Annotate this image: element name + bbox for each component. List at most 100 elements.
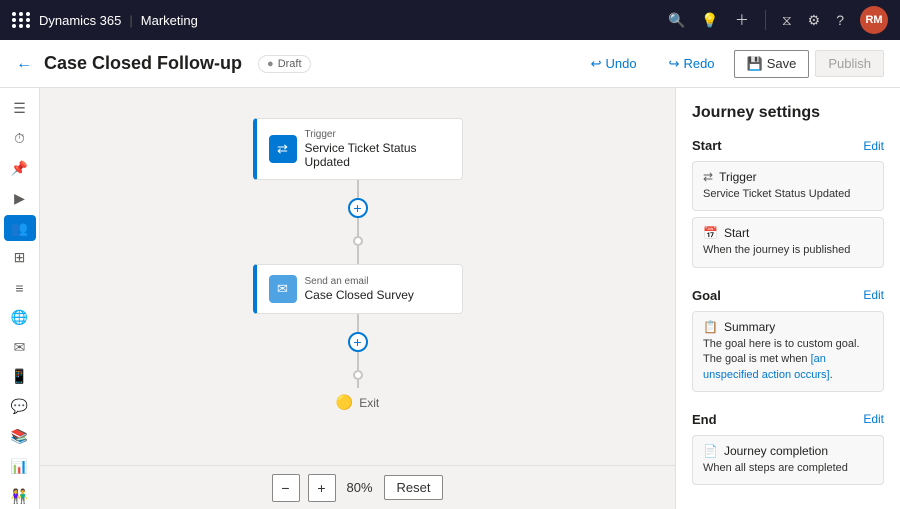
zoom-in-button[interactable]: + [308,474,336,502]
avatar[interactable]: RM [860,6,888,34]
undo-icon: ↩ [591,56,602,72]
nav-divider [765,10,766,30]
plus-icon[interactable]: ＋ [735,10,749,30]
end-section: End Edit 📄 Journey completion When all s… [692,412,884,485]
connector-line-1 [357,180,359,198]
sidebar-item-mobile[interactable]: 📱 [4,364,36,390]
goal-edit-link[interactable]: Edit [863,288,884,302]
sidebar-item-grid[interactable]: ⊞ [4,245,36,271]
journey-flow: ⇄ Trigger Service Ticket Status Updated … [253,118,463,411]
trigger-card-value: Service Ticket Status Updated [703,187,873,202]
start-section-title: Start [692,138,722,153]
trigger-node-label: Trigger [305,129,450,140]
end-card-label: Journey completion [724,444,828,458]
add-node-button-2[interactable]: + [348,332,368,352]
redo-button[interactable]: ↪ Redo [656,50,728,78]
sidebar-item-chat[interactable]: 💬 [4,394,36,420]
start-card-header: 📅 Start [703,226,873,240]
end-card[interactable]: 📄 Journey completion When all steps are … [692,435,884,485]
trigger-card-header: ⇄ Trigger [703,170,873,184]
end-card-icon: 📄 [703,444,718,458]
app-module: Marketing [141,13,198,28]
sidebar-item-menu[interactable]: ☰ [4,96,36,122]
email-node-icon: ✉ [269,275,297,303]
exit-flag-icon: 🟡 [336,394,353,411]
sidebar-item-globe[interactable]: 🌐 [4,304,36,330]
left-sidebar: ☰ ⏱ 📌 ▶ 👥 ⊞ ≡ 🌐 ✉ 📱 💬 📚 📊 👫 [0,88,40,509]
search-icon[interactable]: 🔍 [668,12,685,29]
status-label: Draft [278,58,302,70]
end-section-header: End Edit [692,412,884,427]
save-button[interactable]: 💾 Save [734,50,810,78]
app-dots-icon[interactable] [12,12,31,28]
draft-dot: ● [267,58,274,70]
settings-icon[interactable]: ⚙ [808,12,821,29]
goal-action-link[interactable]: [an unspecified action occurs] [703,353,830,380]
connector-line-3 [357,246,359,264]
start-section: Start Edit ⇄ Trigger Service Ticket Stat… [692,138,884,268]
connector-line-4 [357,314,359,332]
top-nav-icons: 🔍 💡 ＋ ⧖ ⚙ ? RM [668,6,888,34]
trigger-node-title: Service Ticket Status Updated [305,141,450,169]
end-card-header: 📄 Journey completion [703,444,873,458]
add-node-button-1[interactable]: + [348,198,368,218]
trigger-node-icon: ⇄ [269,135,297,163]
lightbulb-icon[interactable]: 💡 [701,12,718,29]
sidebar-item-mail[interactable]: ✉ [4,334,36,360]
sidebar-item-book[interactable]: 📚 [4,424,36,450]
journey-settings-panel: Journey settings Start Edit ⇄ Trigger Se… [675,88,900,509]
panel-title: Journey settings [692,104,884,122]
trigger-node-text: Trigger Service Ticket Status Updated [305,129,450,169]
publish-button[interactable]: Publish [815,50,884,77]
sidebar-item-people[interactable]: 👥 [4,215,36,241]
filter-icon[interactable]: ⧖ [782,12,792,29]
start-card[interactable]: 📅 Start When the journey is published [692,217,884,267]
goal-card-header: 📋 Summary [703,320,873,334]
main-layout: ☰ ⏱ 📌 ▶ 👥 ⊞ ≡ 🌐 ✉ 📱 💬 📚 📊 👫 ⇄ Trigger Se… [0,88,900,509]
app-name: Dynamics 365 [39,13,121,28]
end-edit-link[interactable]: Edit [863,412,884,426]
goal-card-label: Summary [724,320,775,334]
goal-card[interactable]: 📋 Summary The goal here is to custom goa… [692,311,884,392]
end-section-title: End [692,412,717,427]
start-section-header: Start Edit [692,138,884,153]
page-title: Case Closed Follow-up [44,53,242,74]
redo-icon: ↪ [669,56,680,72]
canvas: ⇄ Trigger Service Ticket Status Updated … [40,88,675,509]
trigger-card[interactable]: ⇄ Trigger Service Ticket Status Updated [692,161,884,211]
zoom-reset-button[interactable]: Reset [384,475,444,500]
connector-line-5 [357,352,359,370]
zoom-level: 80% [344,480,376,495]
sidebar-item-people2[interactable]: 👫 [4,483,36,509]
goal-section: Goal Edit 📋 Summary The goal here is to … [692,288,884,392]
connector-1: + [348,180,368,264]
sidebar-item-list[interactable]: ≡ [4,275,36,301]
sidebar-item-recent[interactable]: ⏱ [4,126,36,152]
sidebar-item-play[interactable]: ▶ [4,185,36,211]
toolbar: ← Case Closed Follow-up ● Draft ↩ Undo ↪… [0,40,900,88]
sidebar-item-chart[interactable]: 📊 [4,453,36,479]
save-icon: 💾 [747,56,763,72]
back-button[interactable]: ← [16,55,32,73]
zoom-out-button[interactable]: − [272,474,300,502]
goal-card-icon: 📋 [703,320,718,334]
connector-line-2 [357,218,359,236]
sidebar-item-pin[interactable]: 📌 [4,156,36,182]
toolbar-actions: ↩ Undo ↪ Redo 💾 Save Publish [578,50,884,78]
top-nav: Dynamics 365 | Marketing 🔍 💡 ＋ ⧖ ⚙ ? RM [0,0,900,40]
canvas-bottom-toolbar: − + 80% Reset [40,465,675,509]
goal-section-title: Goal [692,288,721,303]
connector-circle-1 [353,236,363,246]
connector-circle-2 [353,370,363,380]
help-icon[interactable]: ? [836,12,844,28]
trigger-node[interactable]: ⇄ Trigger Service Ticket Status Updated [253,118,463,180]
connector-2: + [348,314,368,388]
start-card-value: When the journey is published [703,243,873,258]
undo-button[interactable]: ↩ Undo [578,50,650,78]
start-edit-link[interactable]: Edit [863,139,884,153]
goal-card-text: The goal here is to custom goal. The goa… [703,337,873,383]
email-node-label: Send an email [305,276,414,287]
brand: Dynamics 365 | Marketing [12,12,198,28]
email-node[interactable]: ✉ Send an email Case Closed Survey ⋯ [253,264,463,314]
exit-node: 🟡 Exit [336,394,379,411]
